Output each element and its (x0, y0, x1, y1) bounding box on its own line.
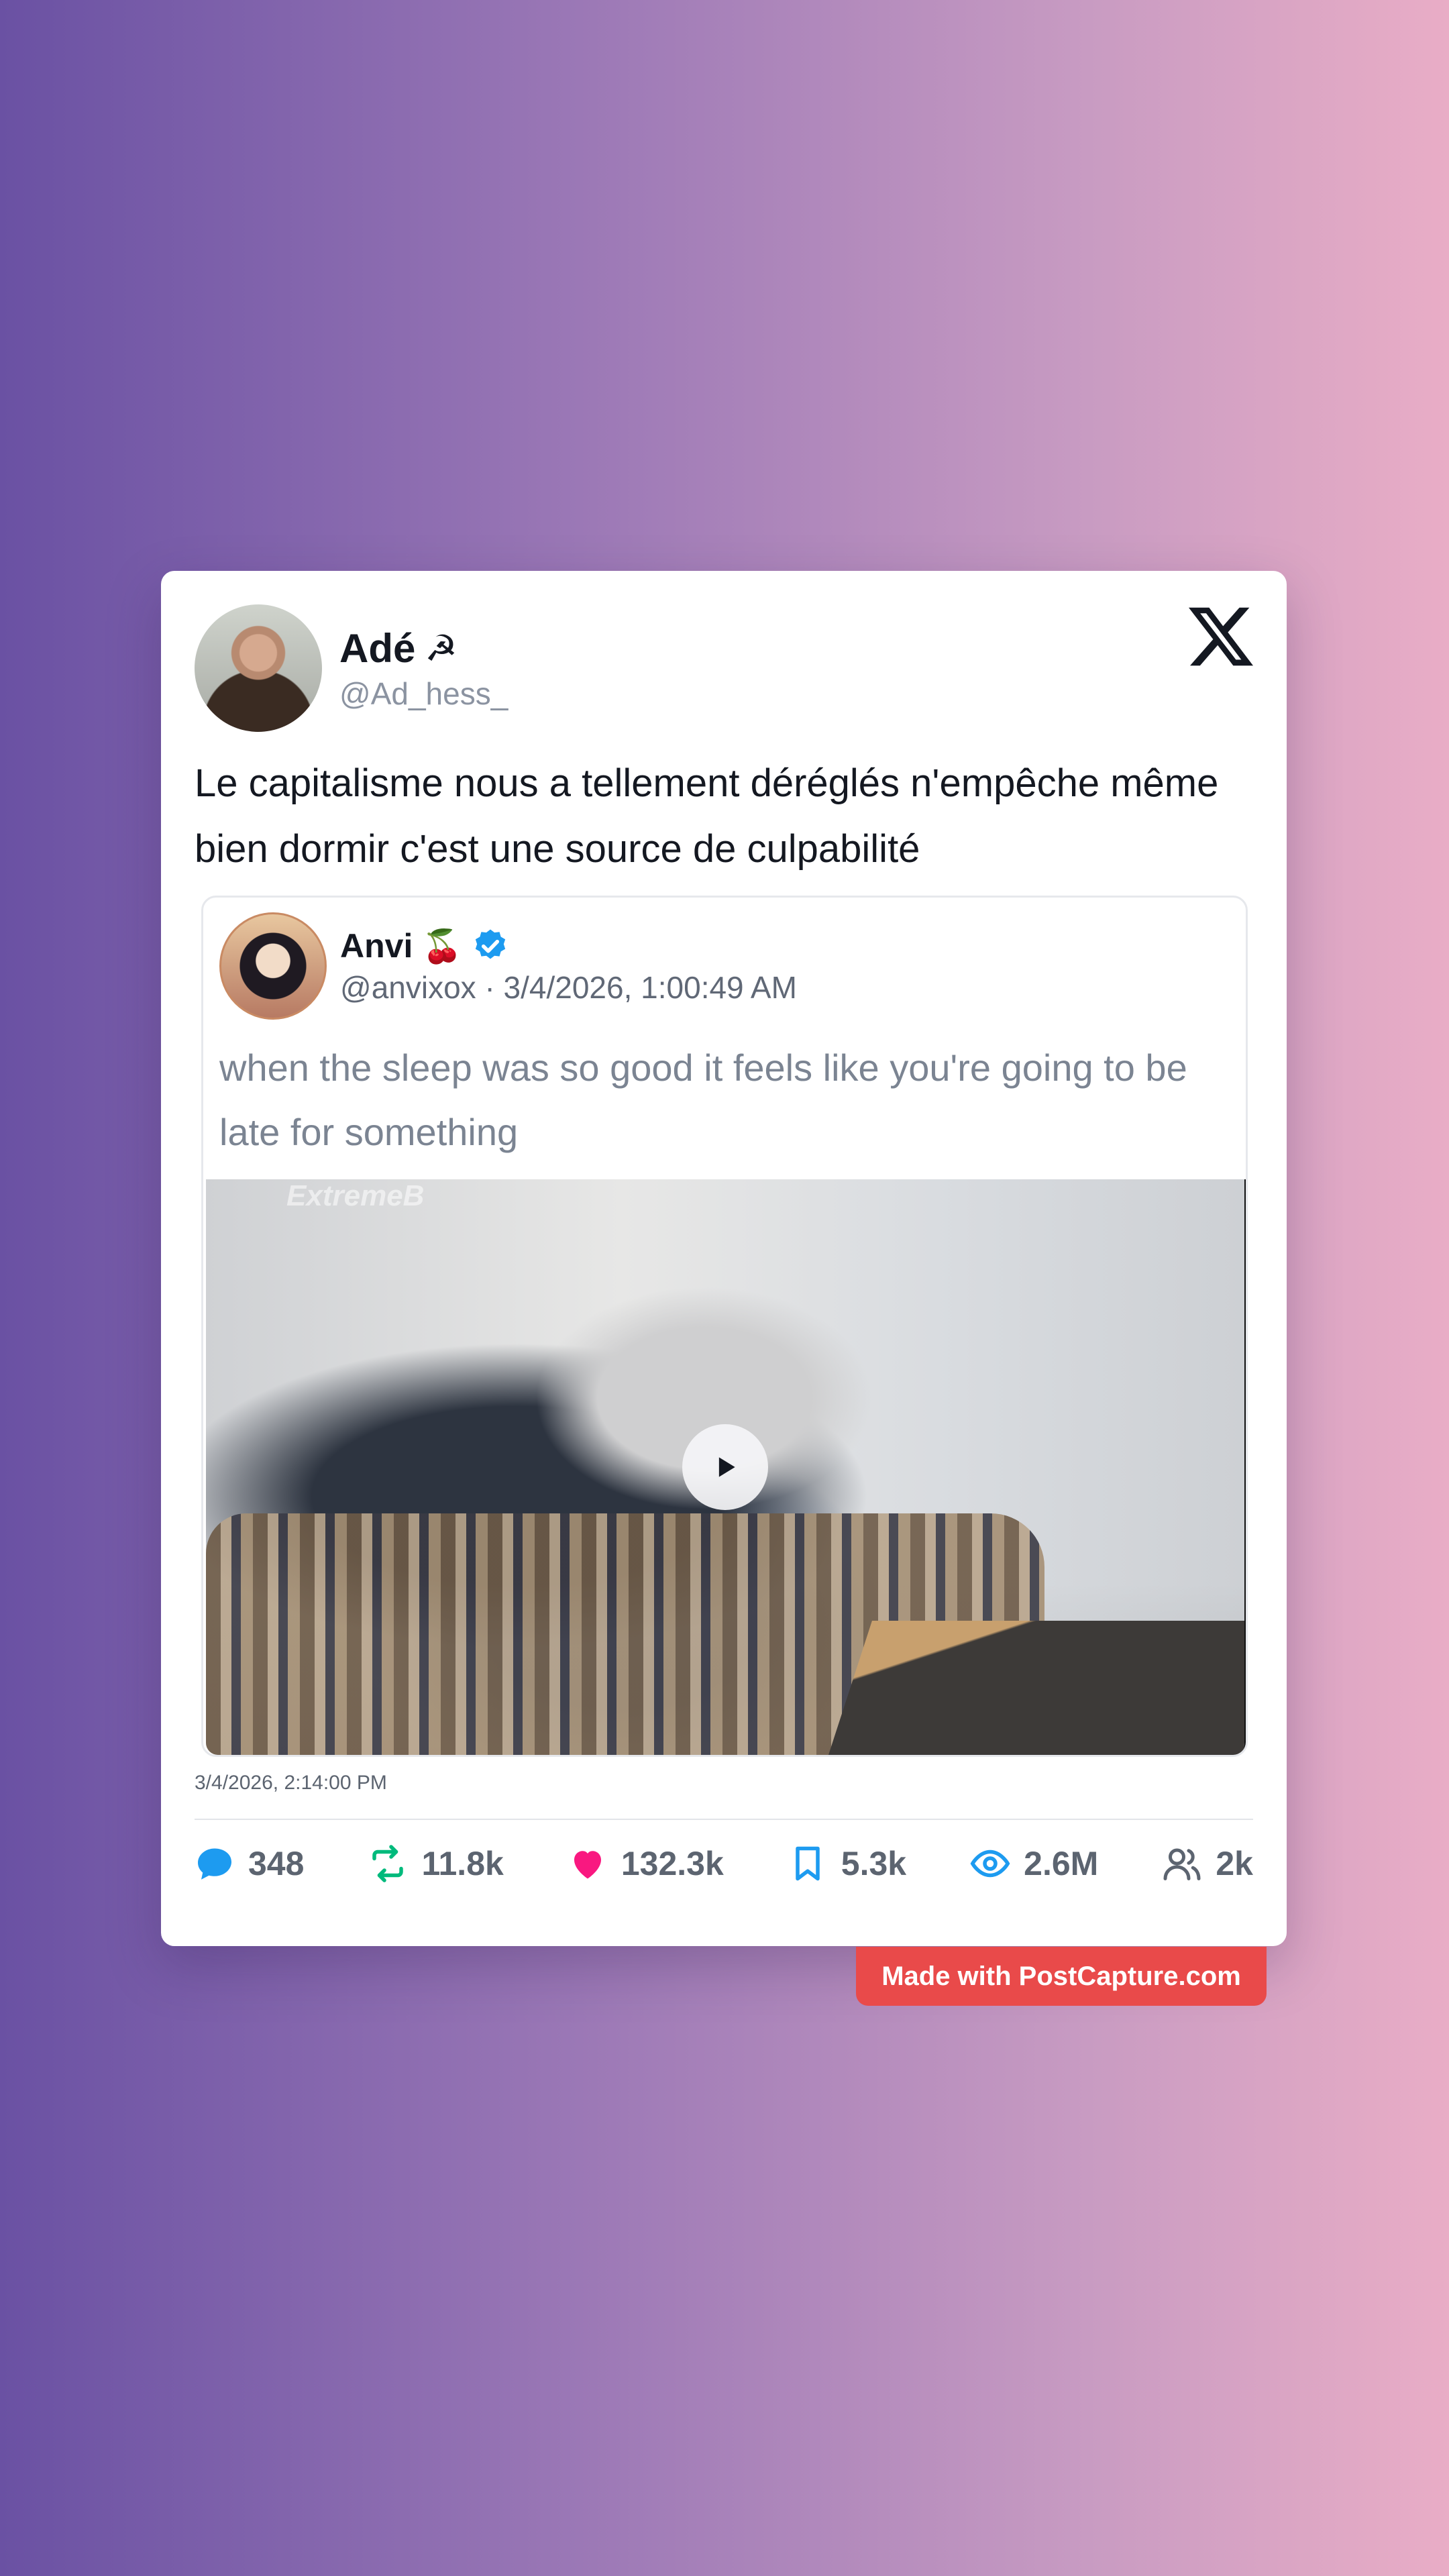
reply-count: 348 (248, 1845, 305, 1882)
views-count: 2.6M (1024, 1845, 1099, 1882)
verified-badge-icon (475, 929, 506, 959)
followers-stat[interactable]: 2k (1162, 1843, 1253, 1884)
play-icon (718, 1457, 735, 1477)
heart-icon (574, 1851, 601, 1879)
bookmark-icon (796, 1846, 820, 1881)
bookmark-stat[interactable]: 5.3k (788, 1843, 906, 1884)
quoted-avatar[interactable] (219, 912, 327, 1020)
reply-stat[interactable]: 348 (195, 1843, 304, 1884)
quoted-text: when the sleep was so good it feels like… (219, 1046, 1187, 1153)
author-info: Adé ☭ @Ad_hess_ (339, 625, 508, 712)
cherry-icon: 🍒 (422, 928, 463, 965)
hammer-sickle-icon: ☭ (425, 628, 458, 669)
author-handle[interactable]: @Ad_hess_ (339, 676, 508, 712)
media-watermark: ExtremeB (286, 1179, 425, 1212)
x-logo-icon (1189, 607, 1253, 666)
quoted-post[interactable]: Anvi 🍒 @anvixox · 3/4/2026, 1:00:49 AM w… (201, 896, 1248, 1757)
followers-count: 2k (1216, 1845, 1253, 1882)
eye-icon (970, 1849, 1010, 1878)
like-stat[interactable]: 132.3k (568, 1843, 724, 1884)
post-timestamp: 3/4/2026, 2:14:00 PM (195, 1772, 387, 1794)
quoted-header: Anvi 🍒 @anvixox · 3/4/2026, 1:00:49 AM (203, 898, 1246, 1020)
post-header: Adé ☭ @Ad_hess_ (195, 604, 1253, 732)
video-thumbnail[interactable]: ExtremeB (206, 1179, 1246, 1755)
postcapture-badge[interactable]: Made with PostCapture.com (856, 1947, 1267, 2006)
retweet-stat[interactable]: 11.8k (368, 1843, 504, 1884)
bookmark-count: 5.3k (841, 1845, 907, 1882)
views-stat[interactable]: 2.6M (970, 1843, 1098, 1884)
post-card: Adé ☭ @Ad_hess_ Le capitalisme nous a te… (161, 571, 1287, 1946)
quoted-meta: @anvixox · 3/4/2026, 1:00:49 AM (340, 970, 797, 1005)
retweet-icon (372, 1845, 404, 1882)
table-shape (828, 1621, 1244, 1755)
quoted-author-name[interactable]: Anvi (340, 926, 413, 965)
like-count: 132.3k (621, 1845, 724, 1882)
post-text: Le capitalisme nous a tellement déréglés… (195, 761, 1219, 871)
retweet-count: 11.8k (421, 1845, 504, 1882)
reply-icon (198, 1848, 231, 1880)
users-icon (1163, 1848, 1201, 1880)
author-name[interactable]: Adé (339, 625, 415, 672)
engagement-bar: 348 11.8k 132.3k 5.3k 2.6M 2k (195, 1820, 1253, 1907)
author-avatar[interactable] (195, 604, 322, 732)
play-button[interactable] (682, 1424, 768, 1510)
